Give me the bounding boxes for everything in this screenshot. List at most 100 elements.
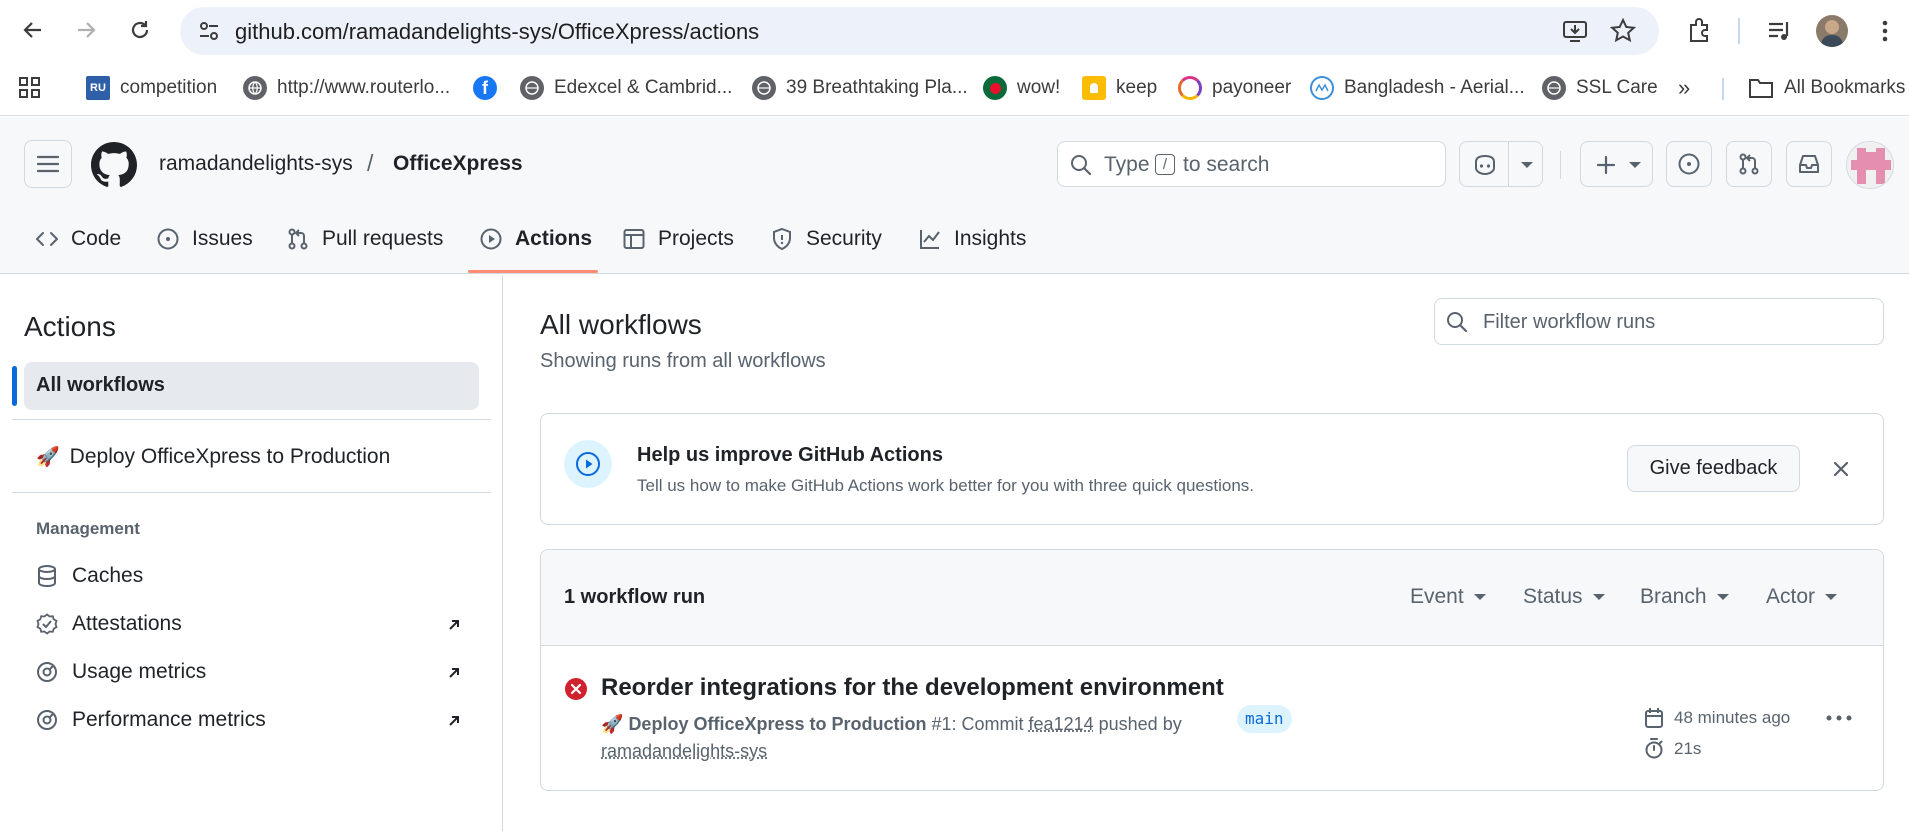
sidebar-item-caches[interactable]: Caches (36, 564, 143, 588)
extensions-icon[interactable] (1686, 17, 1714, 45)
verified-icon (36, 613, 58, 635)
close-icon[interactable] (1832, 460, 1850, 478)
tab-label: Issues (192, 227, 253, 250)
bookmark-edexcel[interactable]: Edexcel & Cambrid... (520, 72, 732, 104)
create-new-button[interactable] (1580, 141, 1653, 187)
forward-arrow-icon (78, 22, 96, 38)
pushed-by-text: pushed by (1098, 714, 1182, 734)
payoneer-icon (1178, 76, 1202, 100)
bookmark-payoneer[interactable]: payoneer (1178, 72, 1291, 104)
pull-requests-button[interactable] (1726, 141, 1772, 187)
back-arrow-icon (23, 22, 41, 38)
tab-code[interactable]: Code (35, 219, 121, 259)
chevron-down-icon (1716, 594, 1729, 600)
flag-bd-icon (983, 76, 1007, 100)
copilot-button[interactable] (1459, 141, 1543, 187)
sidebar-item-all-workflows[interactable]: All workflows (24, 362, 479, 410)
kebab-horizontal-icon[interactable] (1826, 714, 1852, 722)
commit-sha-link[interactable]: fea1214 (1029, 714, 1094, 734)
management-heading: Management (36, 519, 140, 538)
issues-button[interactable] (1666, 141, 1712, 187)
meter-icon (37, 710, 57, 730)
tab-issues[interactable]: Issues (156, 219, 253, 259)
github-header: ramadandelights-sys / OfficeXpress Type … (0, 117, 1909, 274)
table-row[interactable]: Reorder integrations for the development… (541, 646, 1883, 790)
site-info-icon[interactable] (198, 20, 220, 42)
github-logo-icon[interactable] (91, 142, 137, 188)
sidebar-item-label: Deploy OfficeXpress to Production (69, 445, 391, 468)
reload-button[interactable] (124, 14, 156, 46)
header-divider (1560, 151, 1561, 179)
bookmark-keep[interactable]: keep (1082, 72, 1157, 104)
tab-pull-requests[interactable]: Pull requests (286, 219, 443, 259)
bookmark-competition[interactable]: RU competition (86, 72, 217, 104)
run-number: #1: Commit (931, 714, 1024, 734)
url-text[interactable]: github.com/ramadandelights-sys/OfficeXpr… (235, 19, 759, 45)
all-bookmarks[interactable]: All Bookmarks (1748, 72, 1905, 104)
inbox-button[interactable] (1786, 141, 1832, 187)
calendar-icon (1645, 708, 1663, 728)
bookmark-label: SSL Care (1576, 77, 1658, 98)
profile-avatar[interactable] (1816, 15, 1848, 47)
bookmark-star-icon[interactable] (1610, 18, 1636, 44)
media-controls-icon[interactable] (1766, 17, 1794, 45)
forward-button[interactable] (70, 14, 102, 46)
sidebar-item-workflow[interactable]: 🚀 Deploy OfficeXpress to Production (36, 445, 390, 469)
install-app-icon[interactable] (1562, 18, 1588, 44)
external-arrow-icon (449, 620, 459, 630)
address-bar[interactable]: github.com/ramadandelights-sys/OfficeXpr… (180, 7, 1659, 55)
global-menu-button[interactable] (24, 140, 72, 188)
plus-icon (1596, 155, 1616, 175)
banner-title: Help us improve GitHub Actions (637, 444, 943, 466)
actor-link[interactable]: ramadandelights-sys (601, 741, 767, 762)
run-title-link[interactable]: Reorder integrations for the development… (601, 674, 1224, 702)
global-search-input[interactable]: Type / to search (1057, 141, 1446, 187)
sidebar-divider (12, 492, 491, 493)
banner-icon-circle (564, 440, 612, 488)
sidebar-item-label: Attestations (72, 612, 182, 635)
play-icon (576, 452, 600, 476)
give-feedback-button[interactable]: Give feedback (1627, 445, 1800, 492)
active-indicator (12, 366, 17, 406)
tab-actions[interactable]: Actions (479, 219, 592, 259)
filter-label: Status (1523, 585, 1583, 608)
repo-name-link[interactable]: OfficeXpress (393, 152, 523, 176)
bookmark-bangladesh-aerial[interactable]: Bangladesh - Aerial... (1310, 72, 1525, 104)
event-filter-dropdown[interactable]: Event (1410, 585, 1486, 609)
tab-insights[interactable]: Insights (918, 219, 1026, 259)
filter-workflow-runs-input[interactable]: Filter workflow runs (1434, 298, 1884, 345)
globe-icon (243, 76, 267, 100)
browser-toolbar: github.com/ramadandelights-sys/OfficeXpr… (0, 0, 1909, 62)
bookmark-facebook[interactable]: f (473, 72, 497, 104)
actor-filter-dropdown[interactable]: Actor (1766, 585, 1838, 609)
bookmarks-bar: RU competition http://www.routerlo... f E… (0, 62, 1909, 116)
database-icon (38, 565, 56, 588)
bookmark-label: http://www.routerlo... (277, 77, 451, 98)
bookmark-breathtaking[interactable]: 39 Breathtaking Pla... (752, 72, 968, 104)
table-icon (623, 229, 645, 249)
more-bookmarks-chevron-icon[interactable]: » (1678, 72, 1690, 104)
external-arrow-icon (449, 716, 459, 726)
toolbar-divider (1738, 18, 1740, 44)
bookmark-routerlogin[interactable]: http://www.routerlo... (243, 72, 450, 104)
branch-badge[interactable]: main (1237, 705, 1292, 733)
sidebar-item-usage-metrics[interactable]: Usage metrics (36, 660, 206, 684)
pull-request-icon (1739, 153, 1759, 175)
banner-text: Tell us how to make GitHub Actions work … (637, 476, 1255, 495)
sidebar-item-attestations[interactable]: Attestations (36, 612, 182, 636)
user-avatar[interactable] (1846, 141, 1894, 189)
active-tab-underline (468, 270, 598, 273)
apps-grid-icon[interactable] (18, 76, 42, 100)
run-workflow-name: Deploy OfficeXpress to Production (628, 714, 927, 734)
bookmark-wow[interactable]: wow! (983, 72, 1060, 104)
search-placeholder-suffix: to search (1183, 153, 1270, 176)
sidebar-item-performance-metrics[interactable]: Performance metrics (36, 708, 266, 732)
repo-owner-link[interactable]: ramadandelights-sys (159, 152, 353, 176)
back-button[interactable] (17, 14, 49, 46)
branch-filter-dropdown[interactable]: Branch (1640, 585, 1729, 609)
tab-security[interactable]: Security (770, 219, 882, 259)
tab-projects[interactable]: Projects (622, 219, 734, 259)
bookmark-ssl-care[interactable]: SSL Care (1542, 72, 1658, 104)
status-filter-dropdown[interactable]: Status (1523, 585, 1605, 609)
kebab-menu-icon[interactable] (1872, 18, 1898, 44)
